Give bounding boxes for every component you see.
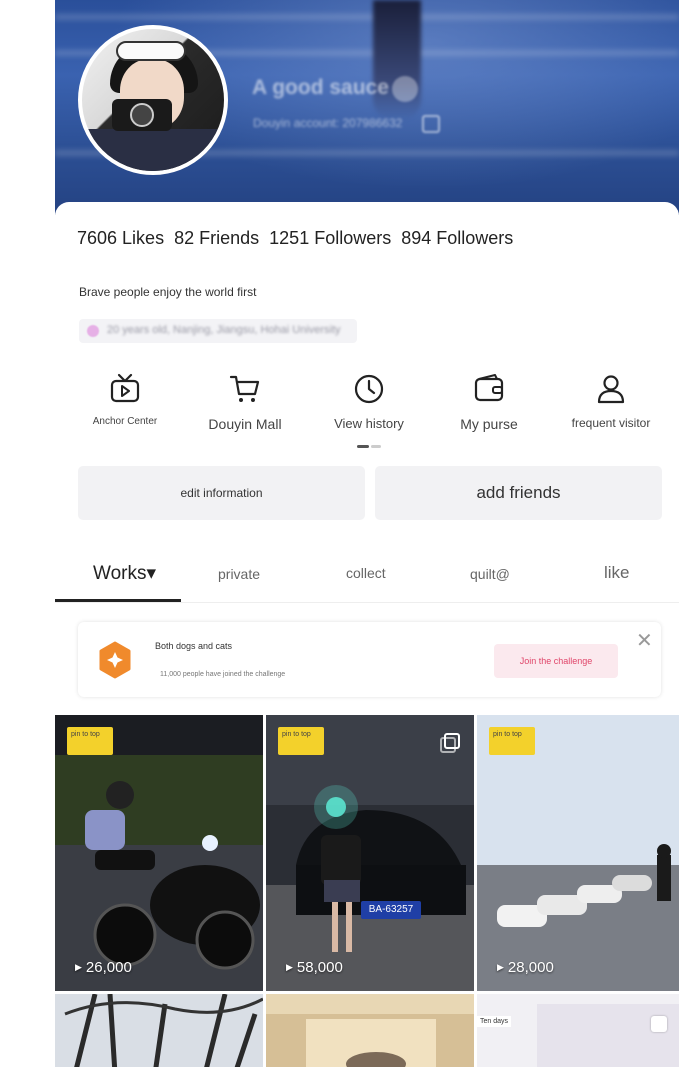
tab-mentions[interactable]: quilt@ — [470, 566, 510, 582]
challenge-card[interactable]: Both dogs and cats 11,000 people have jo… — [78, 622, 661, 697]
shortcut-label: Anchor Center — [92, 416, 158, 427]
join-challenge-button[interactable]: Join the challenge — [494, 644, 618, 678]
shortcut-label: My purse — [460, 416, 518, 432]
challenge-icon — [99, 641, 131, 679]
video-tile[interactable] — [266, 994, 474, 1067]
avatar[interactable] — [78, 25, 228, 175]
shortcut-label: frequent visitor — [571, 416, 651, 430]
profile-tabs: Works▾ private collect quilt@ like — [55, 552, 679, 602]
play-icon: ▶ — [497, 962, 504, 972]
friends-count[interactable]: 82 Friends — [174, 228, 259, 248]
account-id: Douyin account: 207986632 — [253, 116, 403, 130]
view-count-value: 58,000 — [296, 959, 343, 976]
cover-wave — [55, 14, 679, 20]
tv-play-icon — [110, 373, 140, 403]
view-count-value: 26,000 — [85, 959, 132, 976]
view-count: ▶ 28,000 — [497, 959, 554, 976]
video-tile[interactable]: Ten days — [477, 994, 679, 1067]
shopping-cart-icon — [229, 375, 260, 402]
ten-days-badge: Ten days — [477, 1016, 512, 1027]
video-tile[interactable]: pin to top BA-63257 ▶ 58,000 — [266, 715, 474, 991]
pin-to-top-badge: pin to top — [278, 727, 324, 755]
add-friends-button[interactable]: add friends — [375, 466, 662, 520]
play-icon: ▶ — [75, 962, 82, 972]
copy-icon[interactable] — [422, 115, 440, 133]
pin-to-top-badge: pin to top — [67, 727, 113, 755]
shortcut-row: Anchor Center Douyin Mall View history M… — [55, 372, 679, 442]
profile-card: 7606 Likes 82 Friends 1251 Followers 894… — [55, 202, 679, 1067]
video-tile[interactable] — [55, 994, 263, 1067]
wallet-icon — [474, 374, 504, 402]
tab-divider — [55, 602, 679, 603]
view-count-value: 28,000 — [507, 959, 554, 976]
bio-text: Brave people enjoy the world first — [79, 285, 257, 299]
shortcut-view-history[interactable]: View history — [309, 372, 429, 431]
shortcut-anchor-center[interactable]: Anchor Center — [65, 372, 185, 427]
stats-row: 7606 Likes 82 Friends 1251 Followers 894… — [77, 228, 518, 249]
edit-information-button[interactable]: edit information — [78, 466, 365, 520]
video-thumbnail — [266, 715, 474, 991]
shortcut-frequent-visitor[interactable]: frequent visitor — [551, 372, 671, 430]
gender-icon — [87, 325, 99, 337]
tab-private[interactable]: private — [218, 566, 260, 582]
license-plate: BA-63257 — [361, 901, 421, 919]
view-count: ▶ 26,000 — [75, 959, 132, 976]
close-icon[interactable]: ✕ — [636, 628, 653, 653]
video-thumbnail — [477, 715, 679, 991]
tab-collect[interactable]: collect — [346, 565, 386, 581]
play-icon: ▶ — [286, 962, 293, 972]
multi-image-icon — [444, 733, 460, 749]
shortcut-label: Douyin Mall — [208, 416, 282, 432]
challenge-title: Both dogs and cats — [155, 641, 233, 651]
meta-pill: 20 years old, Nanjing, Jiangsu, Hohai Un… — [79, 319, 357, 343]
nickname: A good sauce — [252, 76, 389, 99]
shortcut-label: View history — [334, 416, 404, 431]
tab-works[interactable]: Works▾ — [93, 562, 156, 585]
tab-like[interactable]: like — [604, 563, 630, 583]
heart-badge-icon — [392, 76, 418, 102]
user-icon — [597, 375, 625, 404]
shortcut-douyin-mall[interactable]: Douyin Mall — [185, 372, 305, 432]
meta-text: 20 years old, Nanjing, Jiangsu, Hohai Un… — [107, 324, 341, 336]
pin-to-top-badge: pin to top — [489, 727, 535, 755]
clock-icon — [354, 374, 384, 404]
video-thumbnail — [55, 994, 263, 1067]
phone-screen: A good sauce Douyin account: 207986632 7… — [55, 0, 679, 1067]
shortcut-my-purse[interactable]: My purse — [429, 372, 549, 432]
following-count[interactable]: 894 Followers — [401, 228, 513, 248]
followers-count[interactable]: 1251 Followers — [269, 228, 391, 248]
video-thumbnail — [266, 994, 474, 1067]
video-tile[interactable]: pin to top ▶ 28,000 — [477, 715, 679, 991]
video-thumbnail — [55, 715, 263, 991]
shortcut-pager — [357, 445, 381, 448]
likes-count[interactable]: 7606 Likes — [77, 228, 164, 248]
profile-cover: A good sauce Douyin account: 207986632 — [55, 0, 679, 215]
multi-image-icon — [651, 1016, 667, 1032]
view-count: ▶ 58,000 — [286, 959, 343, 976]
video-tile[interactable]: pin to top ▶ 26,000 — [55, 715, 263, 991]
video-thumbnail — [477, 994, 679, 1067]
challenge-subtitle: 11,000 people have joined the challenge — [160, 671, 286, 678]
cover-figure — [373, 0, 421, 120]
